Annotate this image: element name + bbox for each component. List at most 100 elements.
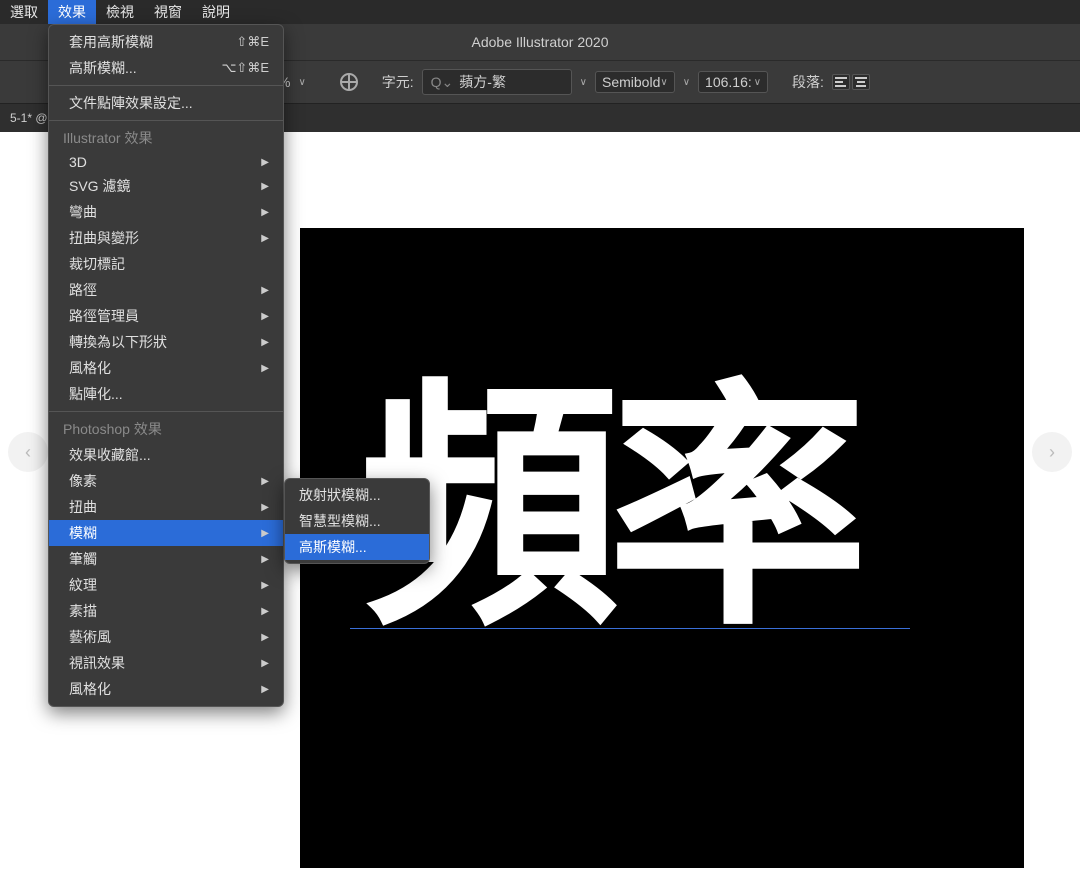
menu-item[interactable]: 模糊 ▶ — [49, 520, 283, 546]
font-family-value: 蘋方-繁 — [459, 72, 506, 92]
menu-item[interactable]: 藝術風▶ — [49, 624, 283, 650]
menu-item-label: 3D — [69, 154, 87, 170]
submenu-arrow-icon: ▶ — [261, 181, 269, 192]
menu-item[interactable]: 扭曲▶ — [49, 494, 283, 520]
chevron-down-icon[interactable]: ∨ — [683, 77, 690, 88]
menu-item[interactable]: 路徑管理員 ▶ — [49, 303, 283, 329]
menu-shortcut: ⇧⌘E — [236, 34, 269, 50]
menu-item-label: 風格化 — [69, 358, 111, 378]
menu-item-label: SVG 濾鏡 — [69, 176, 130, 196]
globe-icon[interactable] — [340, 73, 358, 91]
submenu-arrow-icon: ▶ — [261, 632, 269, 643]
font-size-value: 106.16: — [705, 74, 752, 90]
artboard-text[interactable]: 頻率 — [360, 380, 856, 640]
menu-view[interactable]: 檢視 — [96, 0, 144, 24]
menu-item-label: 點陣化... — [69, 384, 123, 404]
submenu-arrow-icon: ▶ — [261, 528, 269, 539]
text-baseline — [350, 628, 910, 629]
menu-header-photoshop: Photoshop 效果 — [49, 416, 283, 442]
menu-item-label: 路徑 — [69, 280, 97, 300]
menu-item-gaussian-blur[interactable]: 高斯模糊... ⌥⇧⌘E — [49, 55, 283, 81]
chevron-down-icon[interactable]: ∨ — [298, 77, 305, 88]
menu-item-apply-gaussian[interactable]: 套用高斯模糊 ⇧⌘E — [49, 29, 283, 55]
font-weight-value: Semibold — [602, 74, 660, 90]
menu-header-label: Illustrator 效果 — [63, 128, 152, 148]
chevron-down-icon[interactable]: ∨ — [580, 77, 587, 88]
submenu-arrow-icon: ▶ — [261, 363, 269, 374]
menu-header-illustrator: Illustrator 效果 — [49, 125, 283, 151]
menu-item-label: 彎曲 — [69, 202, 97, 222]
menu-item-label: 素描 — [69, 601, 97, 621]
menu-separator — [49, 120, 283, 121]
menu-item[interactable]: 裁切標記 — [49, 251, 283, 277]
menu-item-label: 紋理 — [69, 575, 97, 595]
menu-item[interactable]: 扭曲與變形 ▶ — [49, 225, 283, 251]
menu-item[interactable]: 視訊效果 ▶ — [49, 650, 283, 676]
submenu-arrow-icon: ▶ — [261, 337, 269, 348]
menu-separator — [49, 411, 283, 412]
menu-item-label: 套用高斯模糊 — [69, 32, 153, 52]
menu-window[interactable]: 視窗 — [144, 0, 192, 24]
menubar: 選取 效果 檢視 視窗 說明 — [0, 0, 1080, 24]
menu-header-label: Photoshop 效果 — [63, 419, 162, 439]
menu-item-label: 模糊 — [69, 523, 97, 543]
chevron-down-icon: ∨ — [660, 77, 667, 88]
menu-item[interactable]: 路徑 ▶ — [49, 277, 283, 303]
menu-item-label: 筆觸 — [69, 549, 97, 569]
submenu-arrow-icon: ▶ — [261, 684, 269, 695]
submenu-arrow-icon: ▶ — [261, 580, 269, 591]
menu-item[interactable]: 彎曲▶ — [49, 199, 283, 225]
menu-item-doc-raster[interactable]: 文件點陣效果設定... — [49, 90, 283, 116]
menu-item[interactable]: SVG 濾鏡 ▶ — [49, 173, 283, 199]
font-weight-dropdown[interactable]: Semibold ∨ — [595, 71, 675, 93]
menu-item[interactable]: 素描 ▶ — [49, 598, 283, 624]
menu-item[interactable]: 風格化 ▶ — [49, 355, 283, 381]
font-family-dropdown[interactable]: Q⌄ 蘋方-繁 — [422, 69, 572, 95]
submenu-arrow-icon: ▶ — [261, 311, 269, 322]
menu-select[interactable]: 選取 — [0, 0, 48, 24]
submenu-item[interactable]: 放射狀模糊... — [285, 482, 429, 508]
menu-item-label: 文件點陣效果設定... — [69, 93, 193, 113]
prev-image-button[interactable]: ‹ — [8, 432, 48, 472]
menu-item-label: 路徑管理員 — [69, 306, 139, 326]
menu-shortcut: ⌥⇧⌘E — [221, 60, 269, 76]
next-image-button[interactable]: › — [1032, 432, 1072, 472]
menu-item[interactable]: 點陣化... — [49, 381, 283, 407]
blur-submenu: 放射狀模糊...智慧型模糊...高斯模糊... — [284, 478, 430, 564]
menu-item[interactable]: 紋理 ▶ — [49, 572, 283, 598]
menu-item-label: 風格化 — [69, 679, 111, 699]
char-label: 字元: — [382, 72, 414, 92]
menu-item[interactable]: 效果收藏館... — [49, 442, 283, 468]
submenu-arrow-icon: ▶ — [261, 285, 269, 296]
menu-item-label: 扭曲與變形 — [69, 228, 139, 248]
submenu-arrow-icon: ▶ — [261, 233, 269, 244]
menu-item[interactable]: 轉換為以下形狀 ▶ — [49, 329, 283, 355]
effect-menu: 套用高斯模糊 ⇧⌘E 高斯模糊... ⌥⇧⌘E 文件點陣效果設定... Illu… — [48, 24, 284, 707]
submenu-item[interactable]: 智慧型模糊... — [285, 508, 429, 534]
menu-item[interactable]: 像素 ▶ — [49, 468, 283, 494]
menu-item-label: 轉換為以下形狀 — [69, 332, 167, 352]
paragraph-align-icons[interactable] — [832, 74, 870, 90]
menu-item[interactable]: 筆觸 ▶ — [49, 546, 283, 572]
menu-item-label: 高斯模糊... — [69, 58, 137, 78]
submenu-item[interactable]: 高斯模糊... — [285, 534, 429, 560]
submenu-arrow-icon: ▶ — [261, 606, 269, 617]
document-tab[interactable]: 5-1* @ — [4, 111, 54, 125]
menu-item[interactable]: 風格化 ▶ — [49, 676, 283, 702]
menu-item-label: 效果收藏館... — [69, 445, 151, 465]
font-size-input[interactable]: 106.16: ∨ — [698, 71, 768, 93]
submenu-arrow-icon: ▶ — [261, 658, 269, 669]
menu-effect[interactable]: 效果 — [48, 0, 96, 24]
menu-help[interactable]: 說明 — [192, 0, 240, 24]
menu-item-label: 像素 — [69, 471, 97, 491]
menu-item-label: 裁切標記 — [69, 254, 125, 274]
paragraph-label: 段落: — [792, 72, 824, 92]
submenu-arrow-icon: ▶ — [261, 157, 269, 168]
chevron-down-icon: ∨ — [754, 77, 761, 88]
menu-item-label: 扭曲 — [69, 497, 97, 517]
submenu-arrow-icon: ▶ — [261, 476, 269, 487]
menu-item[interactable]: 3D ▶ — [49, 151, 283, 173]
app-title: Adobe Illustrator 2020 — [472, 34, 609, 50]
menu-item-label: 視訊效果 — [69, 653, 125, 673]
submenu-arrow-icon: ▶ — [261, 554, 269, 565]
